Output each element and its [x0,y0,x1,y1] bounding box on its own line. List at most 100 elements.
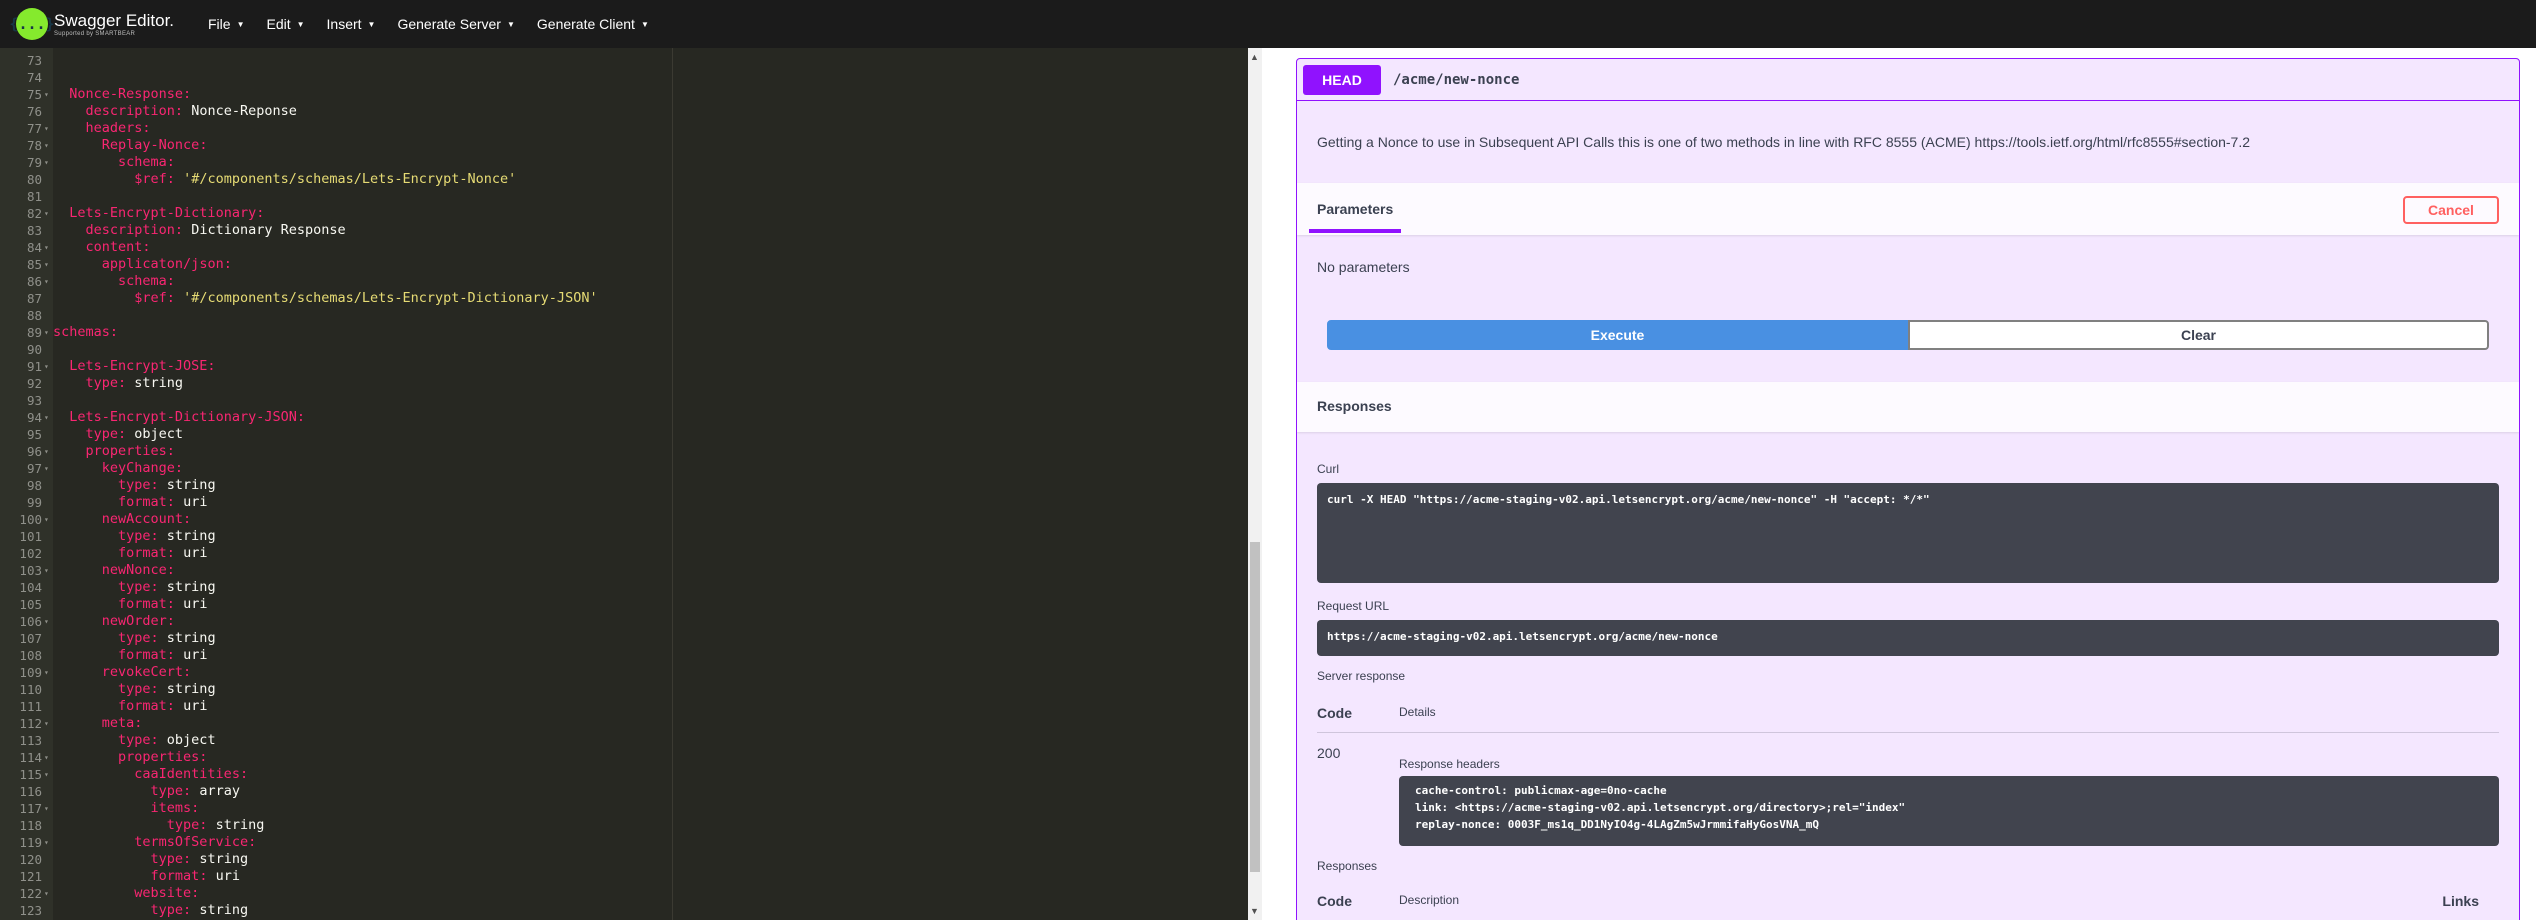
fold-toggle-icon[interactable]: ▾ [44,800,49,817]
code-line: 82 ▾ Lets-Encrypt-Dictionary: [0,205,1248,222]
clear-button[interactable]: Clear [1908,320,2489,350]
code-text: format: uri [53,698,207,715]
fold-toggle-icon[interactable]: ▾ [44,86,49,103]
fold-toggle-icon[interactable]: ▾ [44,885,49,902]
scroll-up-icon[interactable]: ▲ [1250,52,1259,62]
yaml-key: newNonce: [101,562,175,578]
fold-toggle-icon[interactable]: ▾ [44,409,49,426]
line-number: 94 [26,410,42,425]
yaml-key: newAccount: [101,511,192,527]
yaml-value: uri [174,647,208,663]
request-url-box[interactable]: https://acme-staging-v02.api.letsencrypt… [1317,620,2499,656]
menu-generate-client[interactable]: Generate Client ▼ [537,16,649,32]
yaml-string: '#/components/schemas/Lets-Encrypt-Dicti… [183,290,598,306]
execute-wrapper: Execute Clear [1327,320,2489,350]
response-headers-label: Response headers [1399,757,1500,771]
editor-scrollbar[interactable]: ▲ ▼ [1248,48,1262,920]
line-number: 123 [19,903,42,918]
fold-toggle-icon[interactable]: ▾ [44,137,49,154]
code-text: Lets-Encrypt-JOSE: [53,358,215,375]
fold-toggle-icon[interactable]: ▾ [44,460,49,477]
yaml-value: string [158,528,216,544]
line-number: 83 [26,223,42,238]
code-line: 98 type: string [0,477,1248,494]
fold-toggle-icon[interactable]: ▾ [44,256,49,273]
yaml-key: type: [150,902,192,918]
fold-toggle-icon[interactable]: ▾ [44,154,49,171]
scrollbar-thumb[interactable] [1250,542,1260,872]
code-line: 123 type: string [0,902,1248,919]
line-number: 90 [26,342,42,357]
yaml-key: type: [166,817,208,833]
menu-generate-client-label: Generate Client [536,16,635,32]
menu-file[interactable]: File ▼ [208,16,244,32]
response-headers-box[interactable]: cache-control: publicmax-age=0no-cache l… [1399,776,2499,846]
fold-toggle-icon[interactable]: ▾ [44,766,49,783]
code-text: type: string [53,851,249,868]
swagger-editor-logo[interactable]: {...} Swagger Editor. Supported by SMART… [9,8,194,40]
code-line: 73 [0,52,1248,69]
code-text: termsOfService: [53,834,256,851]
code-text: keyChange: [53,460,183,477]
description-column-header: Description [1399,893,1460,907]
swagger-ui-panel: HEAD /acme/new-nonce Getting a Nonce to … [1262,48,2536,920]
fold-toggle-icon[interactable]: ▾ [44,664,49,681]
fold-toggle-icon[interactable]: ▾ [44,715,49,732]
divider [1317,732,2499,733]
menu-generate-server[interactable]: Generate Server ▼ [397,16,514,32]
curl-command-box[interactable]: curl -X HEAD "https://acme-staging-v02.a… [1317,483,2499,583]
execute-button[interactable]: Execute [1327,320,1908,350]
fold-toggle-icon[interactable]: ▾ [44,324,49,341]
line-number: 81 [26,189,42,204]
yaml-key: format: [118,647,175,663]
fold-toggle-icon[interactable]: ▾ [44,511,49,528]
yaml-key: Lets-Encrypt-Dictionary-JSON: [69,409,305,425]
code-line: 110 type: string [0,681,1248,698]
fold-toggle-icon[interactable]: ▾ [44,358,49,375]
yaml-key: type: [150,851,192,867]
code-text: items: [53,800,200,817]
cancel-button[interactable]: Cancel [2403,196,2499,224]
code-line: 90 [0,341,1248,358]
request-url-label: Request URL [1317,599,1390,613]
line-number: 122 [19,886,42,901]
menu-insert[interactable]: Insert ▼ [327,16,376,32]
fold-toggle-icon[interactable]: ▾ [44,205,49,222]
menu-edit[interactable]: Edit ▼ [266,16,304,32]
yaml-key: revokeCert: [101,664,192,680]
fold-toggle-icon[interactable]: ▾ [44,120,49,137]
fold-toggle-icon[interactable]: ▾ [44,239,49,256]
code-line: 99 format: uri [0,494,1248,511]
menu-insert-label: Insert [326,16,362,32]
code-text: type: string [53,477,216,494]
fold-toggle-icon[interactable]: ▾ [44,749,49,766]
yaml-editor[interactable]: 73 74 75 ▾ Nonce-Response: 76 description: N… [0,48,1248,920]
fold-toggle-icon[interactable]: ▾ [44,834,49,851]
line-number: 102 [19,546,42,561]
line-number: 115 [19,767,42,782]
tab-parameters[interactable]: Parameters [1317,201,1393,217]
fold-toggle-icon[interactable]: ▾ [44,613,49,630]
code-line: 107 type: string [0,630,1248,647]
fold-toggle-icon[interactable]: ▾ [44,562,49,579]
fold-toggle-icon[interactable]: ▾ [44,443,49,460]
code-line: 112 ▾ meta: [0,715,1248,732]
code-text: Nonce-Response: [53,86,191,103]
operation-summary[interactable]: HEAD /acme/new-nonce [1297,59,2519,101]
fold-toggle-icon[interactable]: ▾ [44,273,49,290]
yaml-key: meta: [101,715,143,731]
scroll-down-icon[interactable]: ▼ [1250,906,1259,916]
